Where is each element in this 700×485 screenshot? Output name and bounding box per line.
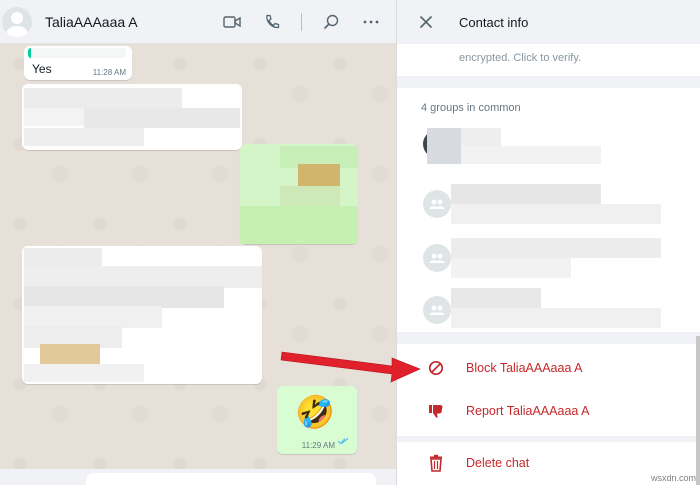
redacted-block (24, 306, 162, 328)
contact-info-header: Contact info (397, 0, 700, 44)
report-contact-label: Report TaliaAAAaaa A (466, 404, 590, 418)
report-contact-button[interactable]: Report TaliaAAAaaa A (397, 390, 700, 432)
redacted-block (461, 146, 601, 164)
group-avatar (423, 190, 451, 218)
redacted-block (24, 266, 262, 288)
block-icon (427, 359, 445, 377)
header-separator (301, 13, 302, 31)
laughing-emoji-icon: 🤣 (295, 394, 335, 430)
watermark: wsxdn.com (650, 473, 696, 483)
redacted-block (24, 364, 144, 382)
message-bubble-outgoing[interactable]: 🤣 11:29 AM (277, 386, 357, 454)
contact-info-title: Contact info (459, 14, 529, 30)
redacted-block (40, 344, 100, 364)
delete-chat-label: Delete chat (466, 456, 530, 470)
redacted-block (84, 108, 240, 128)
redacted-block (451, 288, 541, 308)
group-icon (429, 199, 445, 209)
group-row[interactable] (397, 232, 700, 284)
group-avatar (423, 244, 451, 272)
contact-info-pane: Contact info encrypted. Click to verify.… (396, 0, 700, 485)
redacted-block (24, 128, 144, 146)
redacted-block (24, 88, 182, 110)
encryption-text[interactable]: encrypted. Click to verify. (459, 52, 581, 64)
chat-contact-name[interactable]: TaliaAAAaaa A (45, 14, 138, 30)
redacted-block (451, 308, 661, 328)
redacted-block (240, 206, 358, 244)
group-icon (429, 305, 445, 315)
message-bubble-incoming-redacted[interactable] (22, 84, 242, 150)
redacted-block (298, 164, 340, 188)
block-contact-label: Block TaliaAAAaaa A (466, 361, 583, 375)
message-time: 11:28 AM (92, 68, 126, 77)
message-input-bar (0, 469, 396, 485)
scrollbar[interactable] (696, 336, 700, 485)
contact-avatar[interactable] (2, 6, 32, 37)
redacted-block (451, 184, 601, 204)
close-icon[interactable] (415, 11, 437, 33)
message-time: 11:29 AM (301, 441, 335, 450)
redacted-block (24, 248, 102, 268)
voice-call-icon[interactable] (261, 11, 283, 33)
thumbs-down-icon (427, 402, 445, 420)
read-receipt-icon (337, 432, 349, 450)
block-contact-button[interactable]: Block TaliaAAAaaa A (397, 347, 700, 389)
message-bubble-outgoing-image[interactable] (240, 144, 358, 244)
group-row[interactable] (397, 118, 700, 170)
message-bubble-incoming[interactable]: Yes 11:28 AM (24, 46, 132, 80)
group-row[interactable] (397, 284, 700, 336)
quoted-message (28, 48, 126, 58)
contact-actions-section: Block TaliaAAAaaa A Report TaliaAAAaaa A (397, 344, 700, 436)
redacted-block (24, 108, 84, 126)
groups-in-common-label: 4 groups in common (421, 102, 521, 114)
encryption-section[interactable]: encrypted. Click to verify. (397, 44, 700, 76)
redacted-block (451, 204, 661, 224)
search-icon[interactable] (320, 11, 342, 33)
video-call-icon[interactable] (221, 11, 243, 33)
redacted-block (461, 128, 501, 146)
chat-header: TaliaAAAaaa A (0, 0, 396, 44)
redacted-block (427, 128, 461, 164)
redacted-block (24, 286, 224, 308)
redacted-block (280, 186, 340, 206)
groups-in-common-section: 4 groups in common (397, 88, 700, 332)
redacted-block (451, 258, 571, 278)
message-bubble-incoming-redacted[interactable] (22, 246, 262, 384)
group-row[interactable] (397, 178, 700, 230)
message-text: Yes (32, 62, 52, 76)
group-avatar (423, 296, 451, 324)
trash-icon (427, 454, 445, 472)
redacted-block (451, 238, 661, 258)
menu-icon[interactable] (360, 11, 382, 33)
chat-header-actions (221, 0, 382, 44)
chat-pane: TaliaAAAaaa A Yes 11:28 AM 🤣 11:29 AM (0, 0, 396, 485)
message-input[interactable] (86, 473, 376, 485)
group-icon (429, 253, 445, 263)
